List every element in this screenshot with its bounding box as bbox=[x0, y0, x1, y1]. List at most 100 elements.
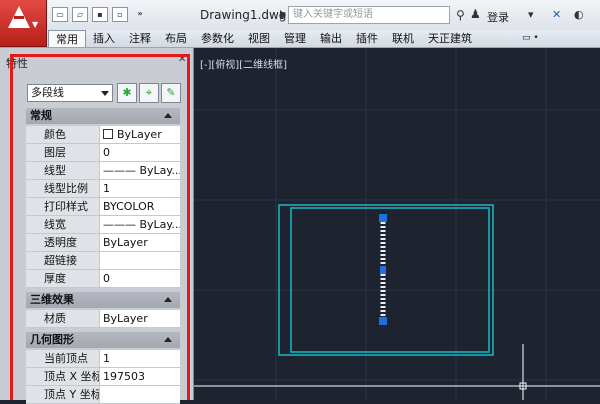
chevron-down-icon bbox=[101, 91, 109, 96]
collapse-icon[interactable] bbox=[164, 113, 172, 118]
property-value[interactable] bbox=[100, 386, 180, 404]
select-objects-icon[interactable]: ⌖ bbox=[139, 83, 159, 103]
property-label: 颜色 bbox=[26, 126, 100, 144]
tab-10[interactable]: 联机 bbox=[385, 30, 421, 47]
tab-6[interactable]: 视图 bbox=[241, 30, 277, 47]
section-header[interactable]: 常规 bbox=[26, 108, 180, 124]
quick-select-icon[interactable]: ✎ bbox=[161, 83, 181, 103]
property-row[interactable]: 打印样式 BYCOLOR bbox=[26, 198, 180, 216]
property-value[interactable]: ByLayer bbox=[100, 126, 180, 144]
property-row[interactable]: 超链接 bbox=[26, 252, 180, 270]
application-menu-button[interactable]: ▼ bbox=[0, 0, 47, 47]
property-label: 顶点 Y 坐标 bbox=[26, 386, 100, 404]
tab-1[interactable]: 常用 bbox=[48, 30, 86, 47]
property-label: 超链接 bbox=[26, 252, 100, 270]
property-value[interactable]: ByLayer bbox=[100, 234, 180, 252]
tab-3[interactable]: 注释 bbox=[122, 30, 158, 47]
ribbon-options-icon[interactable]: ▭ • bbox=[522, 33, 539, 43]
dropdown-icon[interactable]: ▾ bbox=[528, 8, 534, 21]
property-value-text: ByLayer bbox=[117, 128, 162, 141]
property-row[interactable]: 顶点 X 坐标 197503 bbox=[26, 368, 180, 386]
property-value[interactable] bbox=[100, 252, 180, 270]
model-space[interactable] bbox=[194, 48, 600, 400]
property-value[interactable]: ByLayer bbox=[100, 310, 180, 328]
property-value[interactable]: ——— ByLay... bbox=[100, 162, 180, 180]
property-value-text: ByLayer bbox=[103, 236, 148, 249]
section-header[interactable]: 三维效果 bbox=[26, 292, 180, 308]
grid bbox=[194, 48, 600, 400]
palette-close-icon[interactable]: ✕ bbox=[178, 54, 186, 65]
help-icon[interactable]: ◐ bbox=[574, 8, 584, 21]
tab-7[interactable]: 管理 bbox=[277, 30, 313, 47]
ribbon: 常用 插入 注释 布局 参数化 视图 管理 输出 插件 联机 天正建筑 ▭ • bbox=[0, 30, 600, 48]
collapse-icon[interactable] bbox=[164, 337, 172, 342]
property-label: 顶点 X 坐标 bbox=[26, 368, 100, 386]
save-as-icon[interactable]: ▫ bbox=[112, 7, 128, 22]
exchange-icon[interactable]: ✕ bbox=[552, 8, 561, 21]
property-label: 线型比例 bbox=[26, 180, 100, 198]
ribbon-tabs: 常用 插入 注释 布局 参数化 视图 管理 输出 插件 联机 天正建筑 bbox=[48, 30, 479, 47]
object-type-select[interactable]: 多段线 bbox=[27, 84, 113, 102]
property-value[interactable]: 1 bbox=[100, 350, 180, 368]
open-folder-icon[interactable]: ▱ bbox=[72, 7, 88, 22]
property-row[interactable]: 顶点 Y 坐标 bbox=[26, 386, 180, 404]
property-label: 当前顶点 bbox=[26, 350, 100, 368]
property-value[interactable]: 1 bbox=[100, 180, 180, 198]
outer-rectangle[interactable] bbox=[278, 204, 494, 356]
tab-2[interactable]: 插入 bbox=[86, 30, 122, 47]
property-label: 图层 bbox=[26, 144, 100, 162]
property-value-text: ——— ByLay... bbox=[103, 218, 180, 231]
property-row[interactable]: 图层 0 bbox=[26, 144, 180, 162]
property-value-text: 197503 bbox=[103, 370, 145, 383]
property-value[interactable]: ——— ByLay... bbox=[100, 216, 180, 234]
section-title: 三维效果 bbox=[30, 293, 74, 306]
property-row[interactable]: 材质 ByLayer bbox=[26, 310, 180, 328]
property-value[interactable]: 0 bbox=[100, 270, 180, 288]
property-value-text: 0 bbox=[103, 146, 110, 159]
collapse-icon[interactable] bbox=[164, 297, 172, 302]
quick-access-toolbar: ▭ ▱ ▪ ▫ » bbox=[52, 7, 148, 22]
new-file-icon[interactable]: ▭ bbox=[52, 7, 68, 22]
property-row[interactable]: 颜色 ByLayer bbox=[26, 126, 180, 144]
title-bar: ▼ ▭ ▱ ▪ ▫ » Drawing1.dwg 键入关键字或短语 ⚲ ♟ 登录… bbox=[0, 0, 600, 47]
property-value[interactable]: BYCOLOR bbox=[100, 198, 180, 216]
property-value[interactable]: 0 bbox=[100, 144, 180, 162]
grip-top[interactable] bbox=[379, 214, 387, 222]
property-label: 材质 bbox=[26, 310, 100, 328]
search-input[interactable]: 键入关键字或短语 bbox=[288, 6, 450, 24]
toolbar-overflow-icon[interactable]: » bbox=[132, 7, 148, 22]
property-row[interactable]: 厚度 0 bbox=[26, 270, 180, 288]
autocad-logo-icon bbox=[8, 6, 30, 28]
binoculars-icon[interactable]: ⚲ bbox=[456, 8, 465, 22]
tab-4[interactable]: 布局 bbox=[158, 30, 194, 47]
object-type-value: 多段线 bbox=[31, 86, 64, 99]
property-value-text: BYCOLOR bbox=[103, 200, 155, 213]
drawing-canvas[interactable]: [-][俯视][二维线框] bbox=[194, 48, 600, 400]
palette-title: 特性 bbox=[6, 57, 28, 70]
toggle-pickadd-icon[interactable]: ✱ bbox=[117, 83, 137, 103]
property-row[interactable]: 线型 ——— ByLay... bbox=[26, 162, 180, 180]
property-row[interactable]: 线型比例 1 bbox=[26, 180, 180, 198]
login-link[interactable]: 登录 bbox=[487, 9, 509, 25]
grip-mid[interactable] bbox=[380, 266, 386, 274]
document-title: Drawing1.dwg bbox=[200, 8, 287, 22]
user-icon[interactable]: ♟ bbox=[470, 7, 481, 21]
property-row[interactable]: 当前顶点 1 bbox=[26, 350, 180, 368]
viewport-controls[interactable]: [-][俯视][二维线框] bbox=[200, 56, 287, 71]
grip-bottom[interactable] bbox=[379, 317, 387, 325]
expand-search-icon[interactable] bbox=[280, 10, 286, 20]
tab-8[interactable]: 输出 bbox=[313, 30, 349, 47]
property-row[interactable]: 线宽 ——— ByLay... bbox=[26, 216, 180, 234]
property-label: 打印样式 bbox=[26, 198, 100, 216]
tab-11[interactable]: 天正建筑 bbox=[421, 30, 479, 47]
section-header[interactable]: 几何图形 bbox=[26, 332, 180, 348]
property-value-text: 1 bbox=[103, 352, 110, 365]
save-icon[interactable]: ▪ bbox=[92, 7, 108, 22]
inner-rectangle[interactable] bbox=[290, 207, 490, 353]
property-value-text: 1 bbox=[103, 182, 110, 195]
property-row[interactable]: 透明度 ByLayer bbox=[26, 234, 180, 252]
tab-9[interactable]: 插件 bbox=[349, 30, 385, 47]
property-value[interactable]: 197503 bbox=[100, 368, 180, 386]
tab-5[interactable]: 参数化 bbox=[194, 30, 241, 47]
chevron-down-icon: ▼ bbox=[32, 20, 39, 29]
